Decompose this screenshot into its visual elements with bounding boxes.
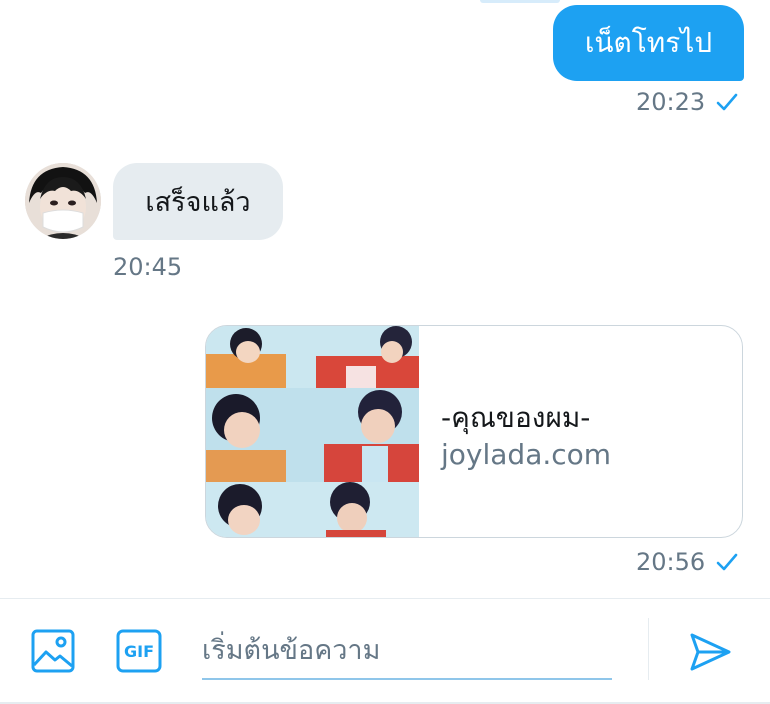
message-meta: 20:23 [636,88,739,116]
previous-message-edge [480,0,560,3]
message-meta: 20:45 [113,253,182,281]
image-button[interactable] [28,626,78,676]
gif-label: GIF [123,641,154,661]
link-preview-image [206,326,419,537]
link-preview-card[interactable]: -คุณของผม- joylada.com [205,325,743,538]
message-time: 20:45 [113,253,183,281]
contact-avatar[interactable] [25,163,101,239]
link-preview-title: -คุณของผม- [441,401,591,434]
image-icon [31,629,75,673]
message-meta: 20:56 [636,548,739,576]
message-time: 20:56 [636,548,706,576]
send-button[interactable] [684,626,736,678]
message-text: เน็ตโทรไป [584,26,713,59]
send-divider [648,618,649,680]
composer-divider [0,598,770,599]
outgoing-message-bubble[interactable]: เน็ตโทรไป [553,5,744,81]
read-check-icon [716,93,738,111]
message-text: เสร็จแล้ว [145,187,251,218]
gif-button[interactable]: GIF [114,626,164,676]
incoming-message-bubble[interactable]: เสร็จแล้ว [113,163,283,240]
link-preview-domain: joylada.com [441,438,612,471]
send-icon [690,633,731,671]
message-input[interactable] [202,622,612,680]
message-time: 20:23 [636,88,706,116]
read-check-icon [716,553,738,571]
